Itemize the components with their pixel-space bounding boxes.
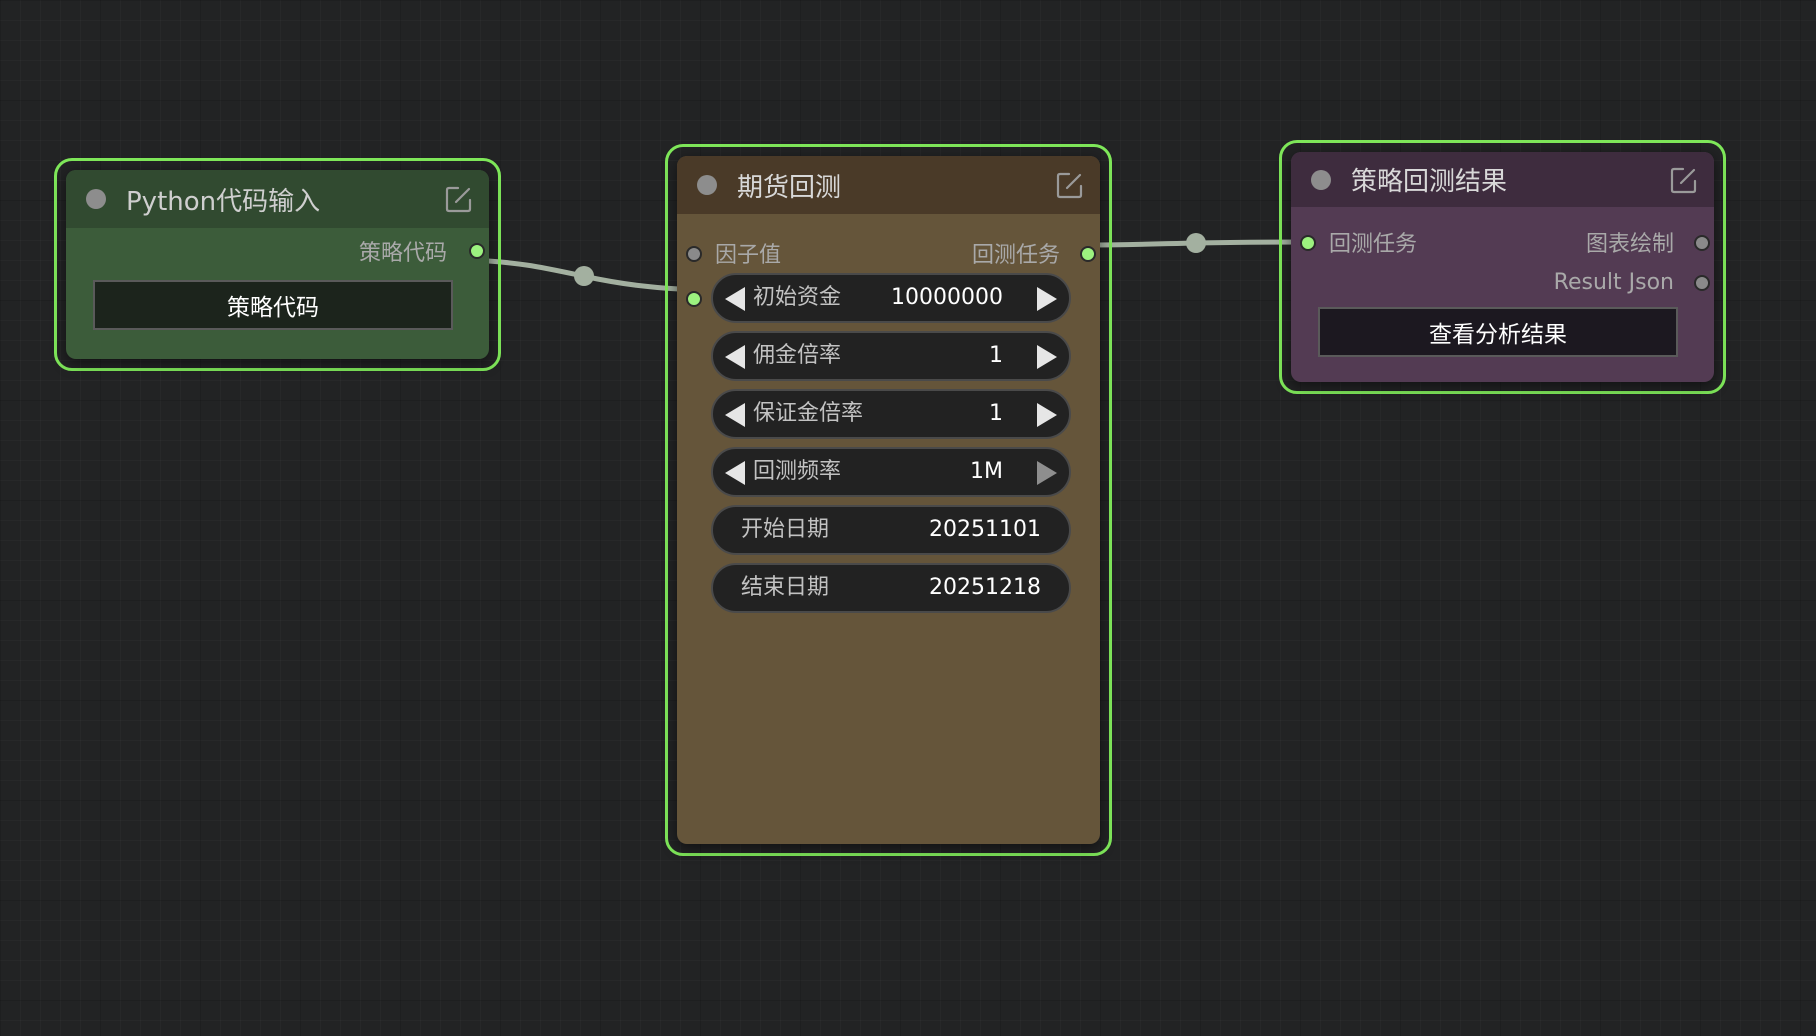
decrement-arrow-icon[interactable] <box>725 287 745 311</box>
widget-value: 20251101 <box>929 517 1041 542</box>
slot-label: Result Json <box>1553 269 1674 295</box>
input-slot-dot-backtest-task[interactable] <box>1300 235 1316 251</box>
link-midpoint-handle[interactable] <box>574 266 594 286</box>
node-header[interactable]: 策略回测结果 <box>1291 152 1714 207</box>
widget-label: 开始日期 <box>741 517 830 542</box>
output-slot-result-json[interactable]: Result Json <box>1554 269 1674 295</box>
node-body: Python代码输入 策略代码 策略代码 <box>66 170 489 359</box>
edit-icon[interactable] <box>445 185 473 213</box>
previous-option-arrow-icon[interactable] <box>725 461 745 485</box>
link-midpoint-handle[interactable] <box>1186 233 1206 253</box>
collapse-toggle[interactable] <box>1311 169 1331 190</box>
widget-value: 1M <box>970 459 1003 484</box>
edit-icon[interactable] <box>1056 171 1084 199</box>
slot-label: 因子值 <box>715 243 782 268</box>
edit-icon[interactable] <box>1670 166 1698 194</box>
slot-label: 回测任务 <box>1329 232 1418 257</box>
output-slot-backtest-task[interactable]: 回测任务 <box>971 240 1060 268</box>
widget-value: 10000000 <box>891 285 1003 310</box>
node-graph-canvas[interactable]: Python代码输入 策略代码 策略代码 期货回测 因子值 回测任务 初始资金 … <box>0 0 1816 1036</box>
widget-value: 20251218 <box>929 575 1041 600</box>
collapse-toggle[interactable] <box>86 189 106 209</box>
node-title: 期货回测 <box>737 172 842 203</box>
widget-value: 1 <box>989 343 1003 368</box>
input-slot-factor-value[interactable]: 因子值 <box>715 240 782 268</box>
output-slot-dot-chart-plot[interactable] <box>1694 235 1710 251</box>
widget-label: 结束日期 <box>741 575 830 600</box>
node-header[interactable]: 期货回测 <box>677 156 1100 214</box>
widget-label: 佣金倍率 <box>753 343 842 368</box>
node-strategy-backtest-result[interactable]: 策略回测结果 回测任务 图表绘制 Result Json 查看分析结果 <box>1279 140 1726 394</box>
node-title: 策略回测结果 <box>1351 167 1508 197</box>
increment-arrow-icon[interactable] <box>1037 403 1057 427</box>
widget-label: 保证金倍率 <box>753 401 864 426</box>
input-slot-dot-initial-capital[interactable] <box>686 291 702 307</box>
increment-arrow-icon[interactable] <box>1037 287 1057 311</box>
output-slot-dot-result-json[interactable] <box>1694 275 1710 291</box>
slot-label: 图表绘制 <box>1585 232 1674 257</box>
node-title: Python代码输入 <box>126 186 321 217</box>
widget-start-date[interactable]: 开始日期 20251101 <box>711 505 1071 555</box>
view-analysis-result-button[interactable]: 查看分析结果 <box>1318 307 1678 357</box>
link-code-to-backtest[interactable] <box>469 257 699 293</box>
decrement-arrow-icon[interactable] <box>725 345 745 369</box>
slot-label: 策略代码 <box>358 241 447 266</box>
widget-initial-capital[interactable]: 初始资金 10000000 <box>711 273 1071 323</box>
next-option-arrow-icon[interactable] <box>1037 461 1057 485</box>
increment-arrow-icon[interactable] <box>1037 345 1057 369</box>
widget-margin-multiplier[interactable]: 保证金倍率 1 <box>711 389 1071 439</box>
widget-end-date[interactable]: 结束日期 20251218 <box>711 563 1071 613</box>
widget-value: 1 <box>989 401 1003 426</box>
node-python-code-input[interactable]: Python代码输入 策略代码 策略代码 <box>54 158 501 371</box>
node-header[interactable]: Python代码输入 <box>66 170 489 228</box>
collapse-toggle[interactable] <box>697 175 717 195</box>
node-body: 期货回测 因子值 回测任务 初始资金 10000000 佣金倍率 1 保证金倍率… <box>677 156 1100 844</box>
output-slot-dot-backtest-task[interactable] <box>1080 246 1096 262</box>
output-slot-dot[interactable] <box>469 243 485 259</box>
button-label: 查看分析结果 <box>1429 322 1567 348</box>
link-backtest-to-result[interactable] <box>1080 239 1313 248</box>
widget-commission-multiplier[interactable]: 佣金倍率 1 <box>711 331 1071 381</box>
node-body: 策略回测结果 回测任务 图表绘制 Result Json 查看分析结果 <box>1291 152 1714 382</box>
node-futures-backtest[interactable]: 期货回测 因子值 回测任务 初始资金 10000000 佣金倍率 1 保证金倍率… <box>665 144 1112 856</box>
widget-label: 初始资金 <box>753 285 842 310</box>
output-slot-strategy-code[interactable]: 策略代码 <box>358 238 447 266</box>
decrement-arrow-icon[interactable] <box>725 403 745 427</box>
button-label: 策略代码 <box>227 295 319 321</box>
widget-label: 回测频率 <box>753 459 842 484</box>
output-slot-chart-plot[interactable]: 图表绘制 <box>1585 229 1674 257</box>
slot-label: 回测任务 <box>971 243 1060 268</box>
strategy-code-button[interactable]: 策略代码 <box>93 280 453 330</box>
input-slot-dot-factor[interactable] <box>686 246 702 262</box>
widget-backtest-frequency[interactable]: 回测频率 1M <box>711 447 1071 497</box>
input-slot-backtest-task[interactable]: 回测任务 <box>1329 229 1418 257</box>
